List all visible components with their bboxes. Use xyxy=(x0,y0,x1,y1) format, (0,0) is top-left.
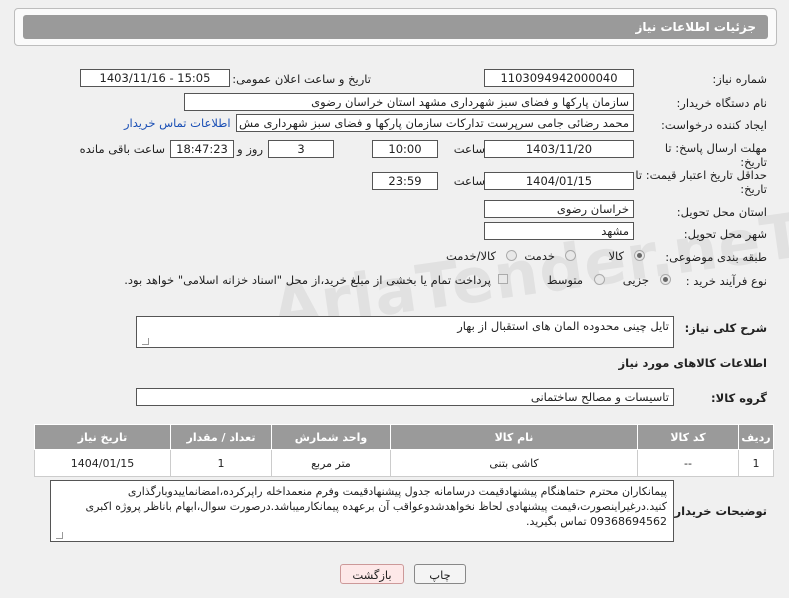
cell-unit: متر مربع xyxy=(271,449,391,477)
city-label: شهر محل تحویل: xyxy=(683,227,767,241)
treasury-payment-note: پرداخت تمام یا بخشی از مبلغ خرید،از محل … xyxy=(124,273,491,287)
city-field: مشهد xyxy=(484,222,634,240)
goods-table-header: ردیف کد کالا نام کالا واحد شمارش تعداد /… xyxy=(34,424,774,450)
process-minor-radio[interactable] xyxy=(660,274,671,285)
col-unit: واحد شمارش xyxy=(271,424,391,450)
deadline-label: مهلت ارسال پاسخ: تا تاریخ: xyxy=(664,141,767,169)
days-remaining-field: 3 xyxy=(268,140,334,158)
province-label: استان محل تحویل: xyxy=(676,205,767,219)
category-both-radio[interactable] xyxy=(506,250,517,261)
cell-quantity: 1 xyxy=(170,449,272,477)
validity-time-label: ساعت xyxy=(453,174,485,188)
table-row: 1 -- کاشی بتنی متر مربع 1 1404/01/15 xyxy=(34,449,774,477)
announce-date-field: 1403/11/16 - 15:05 xyxy=(80,69,230,87)
validity-date-field: 1404/01/15 xyxy=(484,172,634,190)
treasury-payment-checkbox[interactable] xyxy=(498,274,508,284)
col-need-date: تاریخ نیاز xyxy=(34,424,171,450)
deadline-time-field: 10:00 xyxy=(372,140,438,158)
need-number-field: 1103094942000040 xyxy=(484,69,634,87)
province-field: خراسان رضوی xyxy=(484,200,634,218)
notes-resize-handle[interactable] xyxy=(56,532,63,539)
goods-group-field: تاسیسات و مصالح ساختمانی xyxy=(136,388,674,406)
process-label: نوع فرآیند خرید : xyxy=(685,274,767,288)
deadline-time-label: ساعت xyxy=(453,142,485,156)
panel-header: جزئیات اطلاعات نیاز xyxy=(23,15,768,39)
buyer-org-field: سازمان پارکها و فضای سبز شهرداری مشهد اس… xyxy=(184,93,634,111)
cell-item-code: -- xyxy=(637,449,739,477)
min-validity-label: حداقل تاریخ اعتبار قیمت: تا تاریخ: xyxy=(635,168,767,196)
buyer-notes-field: پیمانکاران محترم حتماهنگام پیشنهادقیمت د… xyxy=(50,480,674,542)
print-button[interactable]: چاپ xyxy=(414,564,466,584)
back-button[interactable]: بازگشت xyxy=(340,564,404,584)
col-item-name: نام کالا xyxy=(390,424,638,450)
need-number-label: شماره نیاز: xyxy=(712,72,767,86)
category-both-label: کالا/خدمت xyxy=(445,249,496,263)
cell-item-name: کاشی بتنی xyxy=(390,449,638,477)
days-label: روز و xyxy=(237,142,263,156)
remaining-time-field: 18:47:23 xyxy=(170,140,234,158)
col-item-code: کد کالا xyxy=(637,424,739,450)
description-field: تایل چینی محدوده المان های استقبال از به… xyxy=(136,316,674,348)
goods-table: ردیف کد کالا نام کالا واحد شمارش تعداد /… xyxy=(34,424,774,477)
category-label: طبقه بندی موضوعی: xyxy=(665,250,767,264)
process-medium-radio[interactable] xyxy=(594,274,605,285)
process-minor-label: جزیی xyxy=(622,273,649,287)
buyer-contact-link[interactable]: اطلاعات تماس خریدار xyxy=(124,116,231,130)
creator-label: ایجاد کننده درخواست: xyxy=(661,118,767,132)
buyer-notes-label: توضیحات خریدار: xyxy=(669,504,767,518)
buyer-org-label: نام دستگاه خریدار: xyxy=(676,96,767,110)
page-title: جزئیات اطلاعات نیاز xyxy=(635,20,756,34)
category-service-radio[interactable] xyxy=(565,250,576,261)
announce-date-label: تاریخ و ساعت اعلان عمومی: xyxy=(232,72,371,86)
details-panel: جزئیات اطلاعات نیاز xyxy=(14,8,777,46)
validity-time-field: 23:59 xyxy=(372,172,438,190)
category-goods-label: کالا xyxy=(608,249,624,263)
category-service-label: خدمت xyxy=(524,249,555,263)
goods-section-title: اطلاعات کالاهای مورد نیاز xyxy=(618,356,767,370)
goods-group-label: گروه کالا: xyxy=(711,391,767,405)
col-quantity: تعداد / مقدار xyxy=(170,424,272,450)
description-resize-handle[interactable] xyxy=(142,338,149,345)
creator-field: محمد رضائی جامی سرپرست تدارکات سازمان پا… xyxy=(236,114,634,132)
deadline-date-field: 1403/11/20 xyxy=(484,140,634,158)
cell-need-date: 1404/01/15 xyxy=(34,449,171,477)
category-goods-radio[interactable] xyxy=(634,250,645,261)
process-medium-label: متوسط xyxy=(546,273,583,287)
col-row-number: ردیف xyxy=(738,424,774,450)
remaining-label: ساعت باقی مانده xyxy=(79,142,165,156)
cell-row-number: 1 xyxy=(738,449,774,477)
description-label: شرح کلی نیاز: xyxy=(684,321,767,335)
